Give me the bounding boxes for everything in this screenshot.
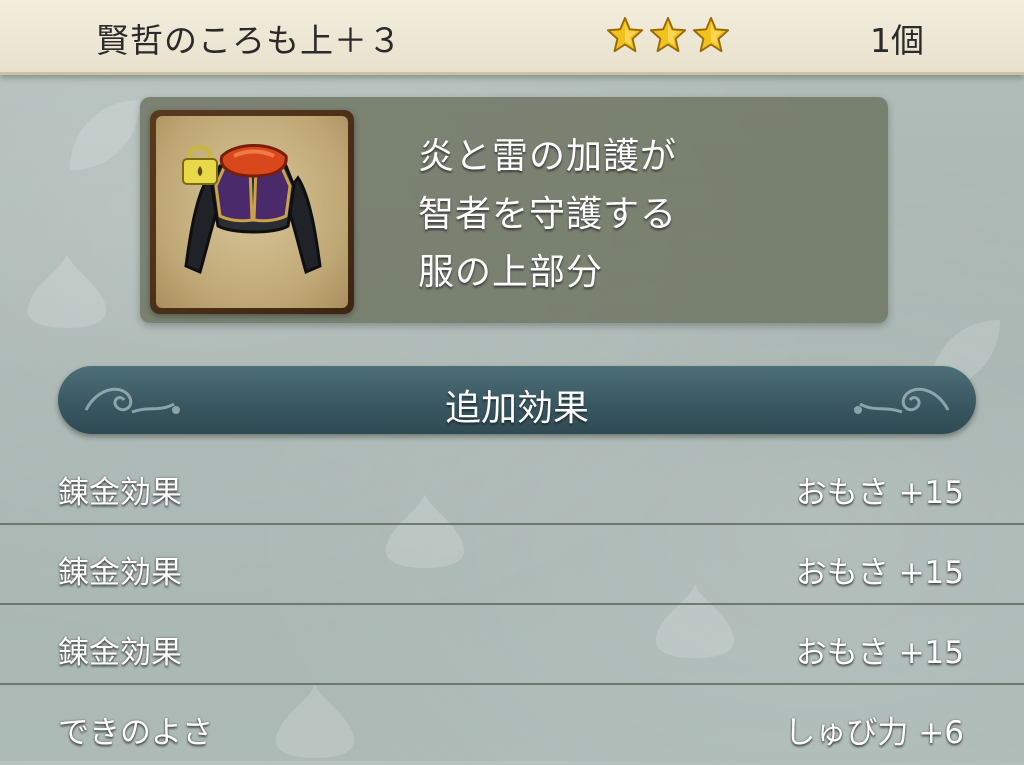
rating-stars (606, 16, 730, 54)
additional-effects-header: 追加効果 (58, 366, 976, 434)
item-name: 賢哲のころも上＋３ (96, 21, 402, 60)
leaf-watermark-icon (70, 100, 140, 170)
item-count: 1個 (870, 21, 924, 60)
effect-row: できのよさ しゅび力 +6 (0, 685, 1024, 765)
star-icon (692, 16, 730, 54)
slime-watermark-icon (27, 254, 107, 328)
description-line: 智者を守護する (418, 194, 678, 235)
effect-row: 錬金効果 おもさ +15 (0, 605, 1024, 685)
effect-value: おもさ +15 (795, 475, 964, 511)
item-header-bar: 賢哲のころも上＋３ 1個 (0, 0, 1024, 75)
effect-label: 錬金効果 (58, 475, 182, 511)
effect-row: 錬金効果 おもさ +15 (0, 445, 1024, 525)
description-line: 炎と雷の加護が (418, 136, 678, 177)
section-title: 追加効果 (444, 388, 589, 429)
scroll-ornament-icon (854, 387, 950, 414)
effect-label: 錬金効果 (58, 555, 182, 591)
description-line: 服の上部分 (418, 252, 604, 293)
star-icon (606, 16, 644, 54)
effect-value: しゅび力 +6 (784, 715, 964, 751)
effect-row: 錬金効果 おもさ +15 (0, 525, 1024, 605)
effect-label: 錬金効果 (58, 635, 182, 671)
effect-value: おもさ +15 (795, 555, 964, 591)
item-description: 炎と雷の加護が 智者を守護する 服の上部分 (418, 128, 677, 302)
lock-icon (182, 145, 218, 185)
effect-value: おもさ +15 (795, 635, 964, 671)
effect-label: できのよさ (58, 715, 213, 751)
star-icon (649, 16, 687, 54)
